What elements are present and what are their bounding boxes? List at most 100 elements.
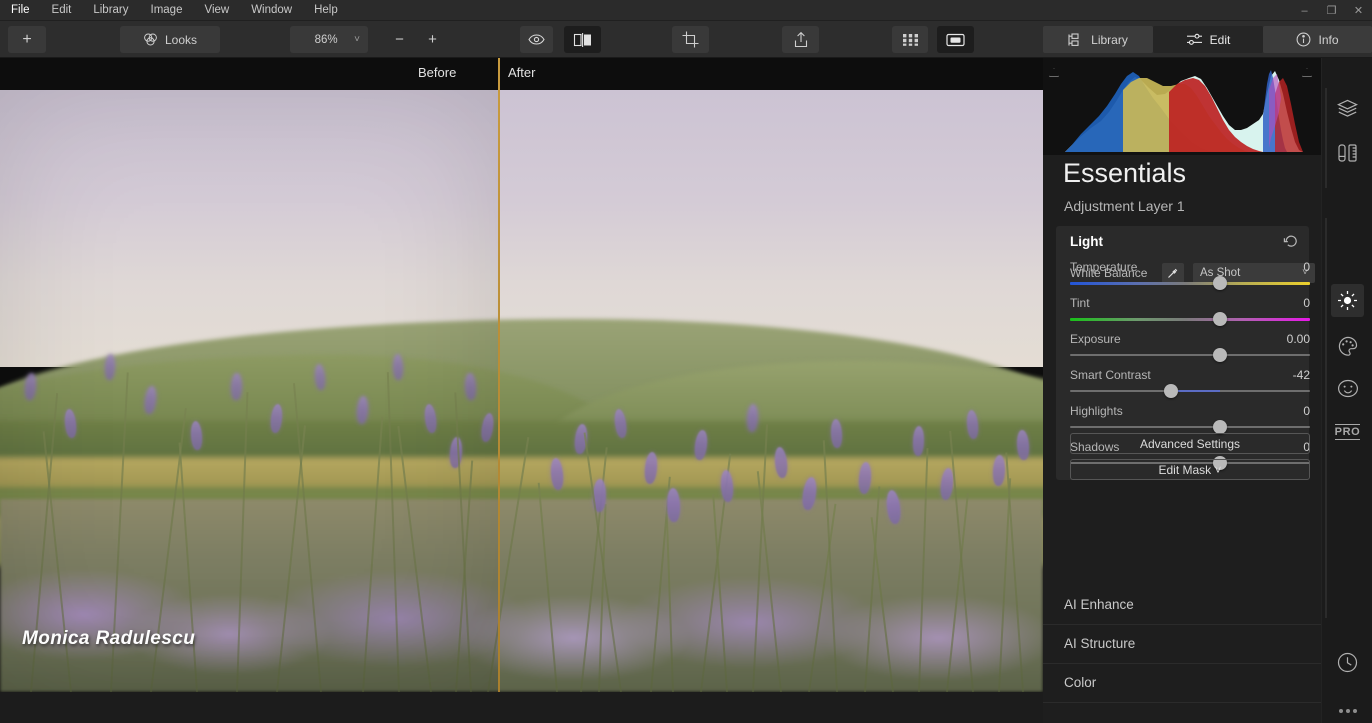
menu-library[interactable]: Library	[82, 0, 139, 21]
section-ai-structure[interactable]: AI Structure	[1043, 625, 1321, 664]
before-after-labels: Before After	[0, 58, 1043, 90]
looks-label: Looks	[164, 32, 198, 47]
section-ai-enhance-label: AI Enhance	[1064, 597, 1134, 612]
zoom-in-button[interactable]: +	[419, 26, 446, 53]
section-ai-enhance[interactable]: AI Enhance	[1043, 586, 1321, 625]
slider-knob[interactable]	[1213, 276, 1227, 290]
section-ai-structure-label: AI Structure	[1064, 636, 1136, 651]
looks-button[interactable]: Looks	[120, 26, 220, 53]
menu-file[interactable]: File	[0, 0, 41, 21]
layers-icon[interactable]	[1331, 91, 1364, 124]
creative-icon[interactable]	[1331, 329, 1364, 362]
slider-knob[interactable]	[1213, 420, 1227, 434]
slider-label: Exposure	[1070, 332, 1121, 346]
tools-icon[interactable]	[1331, 136, 1364, 169]
portrait-icon[interactable]	[1331, 372, 1364, 405]
share-icon	[794, 31, 808, 48]
plus-icon: +	[428, 31, 437, 48]
menu-window[interactable]: Window	[240, 0, 303, 21]
compare-before-after-button[interactable]	[564, 26, 601, 53]
zoom-level-value: 86%	[314, 33, 338, 46]
lavender-bud	[800, 476, 818, 511]
slider-value: 0	[1303, 404, 1310, 418]
menu-bar: File Edit Library Image View Window Help…	[0, 0, 1372, 21]
slider-value: -42	[1292, 368, 1310, 382]
essentials-icon[interactable]	[1331, 284, 1364, 317]
top-toolbar: + Looks 86% ˅ − + Library Edit Info	[0, 21, 1372, 58]
clipping-warning-icon[interactable]	[1302, 68, 1312, 77]
slider-knob[interactable]	[1163, 384, 1178, 398]
image-canvas[interactable]: Before After Monica Radulescu	[0, 58, 1043, 723]
pro-label: PRO	[1334, 423, 1361, 440]
grid-view-button[interactable]	[892, 26, 928, 53]
slider-track[interactable]	[1070, 354, 1310, 356]
slider-label: Tint	[1070, 296, 1090, 310]
white-balance-dropdown[interactable]: As Shot ˅	[1193, 263, 1315, 283]
edit-mask-button[interactable]: Edit Mask ˅	[1070, 459, 1310, 480]
lavender-bud	[613, 408, 629, 439]
light-panel: Light White Balance As Shot ˅ Temperatur…	[1056, 226, 1315, 480]
menu-image[interactable]: Image	[140, 0, 194, 21]
slider-track[interactable]	[1070, 282, 1310, 285]
section-color[interactable]: Color	[1043, 664, 1321, 703]
tool-rail: PRO	[1321, 58, 1372, 723]
light-panel-header: Light	[1070, 234, 1103, 249]
crop-button[interactable]	[672, 26, 709, 53]
info-icon	[1296, 32, 1311, 47]
history-icon[interactable]	[1331, 646, 1364, 679]
menu-help[interactable]: Help	[303, 0, 349, 21]
compare-divider-top	[498, 58, 500, 90]
menu-edit[interactable]: Edit	[41, 0, 83, 21]
after-label: After	[508, 65, 536, 80]
tab-info[interactable]: Info	[1263, 26, 1372, 53]
luminar-editor-window: File Edit Library Image View Window Help…	[0, 0, 1372, 723]
close-button[interactable]: ✕	[1345, 0, 1372, 21]
eye-icon	[528, 34, 545, 45]
tab-library[interactable]: Library	[1043, 26, 1153, 53]
rail-divider	[1325, 218, 1327, 618]
lavender-bud	[643, 451, 659, 485]
pro-icon[interactable]: PRO	[1331, 415, 1364, 448]
tab-edit[interactable]: Edit	[1153, 26, 1263, 53]
lavender-stem	[949, 430, 974, 692]
minimize-button[interactable]: –	[1291, 0, 1318, 21]
lavender-bud	[549, 457, 565, 491]
lavender-bud	[1015, 429, 1030, 461]
before-after-compare-icon	[573, 32, 593, 47]
lavender-stem	[756, 471, 782, 692]
menu-view[interactable]: View	[193, 0, 240, 21]
toggle-preview-button[interactable]	[520, 26, 553, 53]
adjustment-layer-label: Adjustment Layer 1	[1064, 198, 1185, 214]
sliders-icon	[1186, 33, 1203, 46]
plus-icon: +	[22, 30, 32, 48]
share-export-button[interactable]	[782, 26, 819, 53]
zoom-level-dropdown[interactable]: 86% ˅	[290, 26, 368, 53]
restore-button[interactable]: ❐	[1318, 0, 1345, 21]
advanced-settings-button[interactable]: Advanced Settings	[1070, 433, 1310, 454]
reset-icon[interactable]	[1283, 233, 1299, 249]
slider-knob[interactable]	[1213, 348, 1227, 362]
histogram[interactable]	[1043, 58, 1321, 155]
lavender-bud	[992, 454, 1006, 487]
lavender-stem	[870, 517, 894, 692]
grid-view-icon	[902, 33, 919, 46]
more-icon[interactable]	[1331, 694, 1364, 723]
slider-label: Temperature	[1070, 260, 1138, 274]
single-view-button[interactable]	[937, 26, 974, 53]
canvas-bottom-bar	[0, 692, 1043, 723]
looks-icon	[143, 32, 158, 47]
slider-knob[interactable]	[1213, 312, 1227, 326]
library-icon	[1068, 32, 1084, 47]
rail-divider	[1325, 88, 1327, 188]
add-photos-button[interactable]: +	[8, 26, 46, 53]
compare-divider[interactable]	[498, 90, 500, 692]
eyedropper-icon	[1167, 267, 1179, 279]
clipping-warning-icon[interactable]	[1049, 68, 1059, 77]
lavender-bud	[719, 469, 735, 503]
lavender-stem	[665, 514, 674, 692]
slider-track[interactable]	[1070, 318, 1310, 321]
eyedropper-button[interactable]	[1162, 263, 1184, 283]
slider-track[interactable]	[1070, 426, 1310, 428]
photo-preview[interactable]: Monica Radulescu	[0, 90, 1043, 692]
zoom-out-button[interactable]: −	[386, 26, 413, 53]
